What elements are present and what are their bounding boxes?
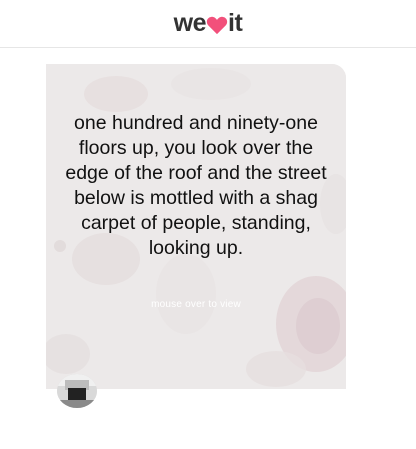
mouse-over-hint: mouse over to view (151, 299, 241, 310)
top-bar: we it (0, 0, 416, 48)
logo-prefix: we (173, 9, 207, 37)
heart-icon (206, 16, 228, 34)
avatar[interactable] (57, 374, 97, 408)
quote-text: one hundred and ninety-one floors up, yo… (65, 112, 327, 259)
avatar-image (57, 374, 97, 408)
logo-suffix: it (228, 9, 243, 37)
image-card[interactable]: one hundred and ninety-one floors up, yo… (46, 64, 346, 389)
weheartit-logo[interactable]: we it (174, 9, 243, 38)
